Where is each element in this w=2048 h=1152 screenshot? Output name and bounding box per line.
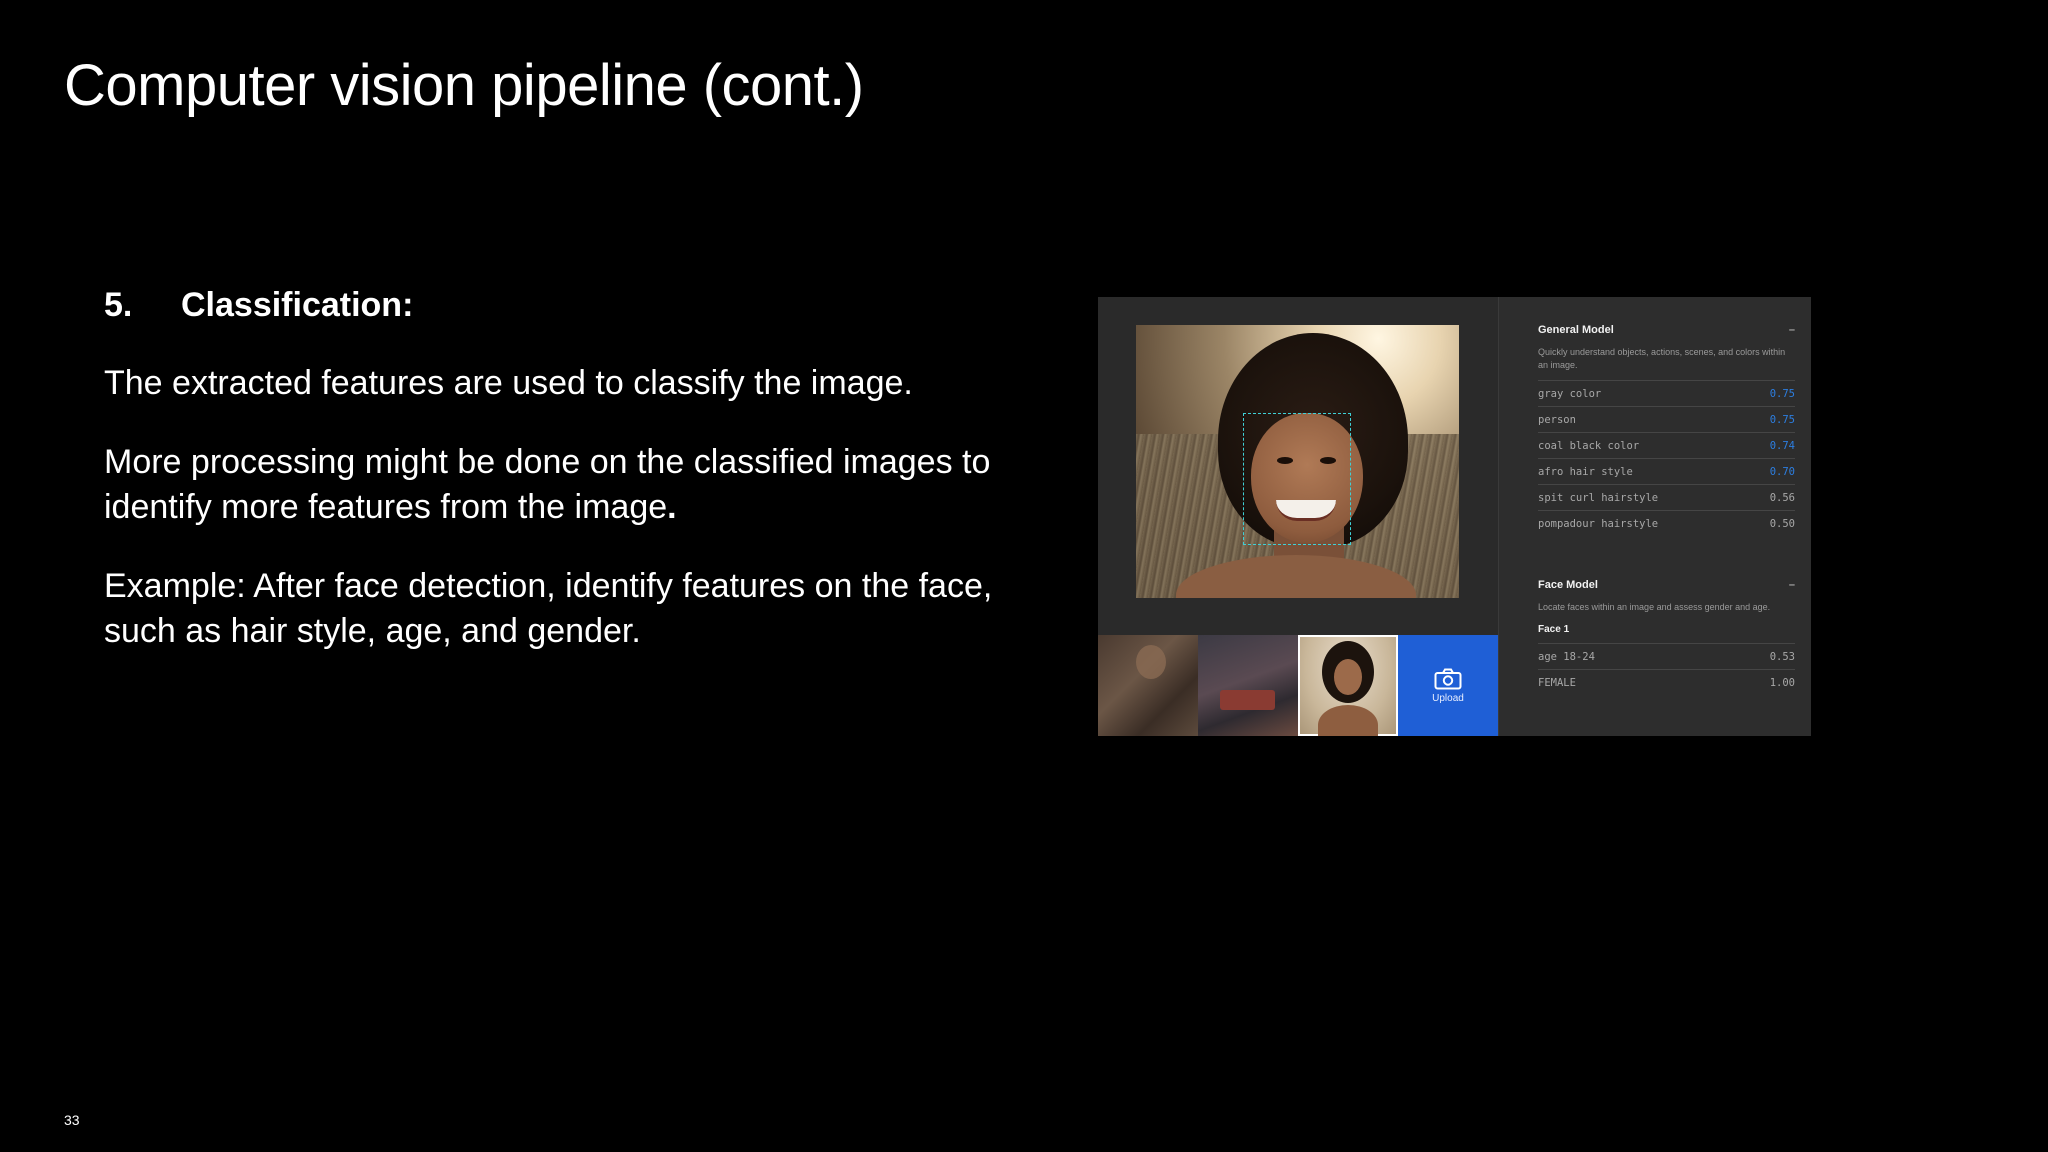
result-score: 0.56: [1769, 491, 1795, 504]
upload-button[interactable]: Upload: [1398, 635, 1498, 736]
result-label: coal black color: [1538, 439, 1640, 452]
paragraph-more-processing: More processing might be done on the cla…: [104, 440, 1064, 530]
general-model-description: Quickly understand objects, actions, sce…: [1538, 347, 1786, 370]
face-model-header[interactable]: Face Model –: [1538, 579, 1795, 591]
result-score: 0.70: [1769, 465, 1795, 478]
paragraph-extracted-features: The extracted features are used to class…: [104, 364, 913, 402]
main-photo: [1136, 325, 1459, 598]
result-score: 0.50: [1769, 517, 1795, 530]
slide-content: 5. Classification: The extracted feature…: [104, 286, 1064, 688]
step-title: Classification:: [181, 286, 414, 324]
result-label: FEMALE: [1538, 676, 1576, 689]
thumbnail-1[interactable]: [1098, 635, 1198, 736]
result-row: person 0.75: [1538, 406, 1795, 432]
result-score: 0.75: [1769, 387, 1795, 400]
thumbnail-2[interactable]: [1198, 635, 1298, 736]
face-model-collapse-icon[interactable]: –: [1789, 579, 1795, 591]
face-detection-box: [1243, 413, 1351, 545]
upload-label: Upload: [1432, 692, 1464, 704]
slide: Computer vision pipeline (cont.) 5. Clas…: [0, 0, 2048, 1152]
result-score: 1.00: [1769, 676, 1795, 689]
result-row: FEMALE 1.00: [1538, 669, 1795, 695]
paragraph-example: Example: After face detection, identify …: [104, 567, 993, 650]
slide-title: Computer vision pipeline (cont.): [64, 53, 864, 118]
result-row: coal black color 0.74: [1538, 432, 1795, 458]
result-score: 0.74: [1769, 439, 1795, 452]
face-1-label: Face 1: [1538, 624, 1570, 635]
general-model-results: gray color 0.75 person 0.75 coal black color…: [1538, 380, 1795, 536]
result-row: afro hair style 0.70: [1538, 458, 1795, 484]
result-label: age 18-24: [1538, 650, 1595, 663]
result-label: pompadour hairstyle: [1538, 517, 1659, 530]
result-score: 0.53: [1769, 650, 1795, 663]
face-model-description: Locate faces within an image and assess …: [1538, 602, 1771, 612]
face-model-panel: Face Model – Locate faces within an imag…: [1538, 579, 1795, 695]
thumbnail-3-selected[interactable]: [1298, 635, 1398, 736]
result-row: spit curl hairstyle 0.56: [1538, 484, 1795, 510]
thumbnail-face: [1334, 659, 1362, 695]
result-score: 0.75: [1769, 413, 1795, 426]
thumbnail-body: [1318, 705, 1378, 736]
step-number: 5.: [104, 286, 133, 324]
result-row: gray color 0.75: [1538, 380, 1795, 406]
result-row: pompadour hairstyle 0.50: [1538, 510, 1795, 536]
general-model-header[interactable]: General Model –: [1538, 324, 1795, 336]
paragraph-more-processing-end: .: [667, 488, 677, 526]
thumbnail-strip: Upload: [1098, 635, 1498, 736]
vision-demo-screenshot: Upload General Model – Quickly understan…: [1098, 297, 1811, 736]
result-row: age 18-24 0.53: [1538, 643, 1795, 669]
demo-image-area: Upload: [1098, 297, 1498, 736]
general-model-panel: General Model – Quickly understand objec…: [1538, 324, 1795, 536]
camera-icon: [1434, 668, 1462, 689]
result-label: spit curl hairstyle: [1538, 491, 1659, 504]
result-label: afro hair style: [1538, 465, 1633, 478]
result-label: person: [1538, 413, 1576, 426]
results-panel: General Model – Quickly understand objec…: [1498, 297, 1811, 736]
face-model-title: Face Model: [1538, 579, 1598, 591]
general-model-collapse-icon[interactable]: –: [1789, 324, 1795, 336]
result-label: gray color: [1538, 387, 1602, 400]
face-model-results: age 18-24 0.53 FEMALE 1.00: [1538, 643, 1795, 695]
step-heading: 5. Classification:: [104, 286, 1064, 325]
paragraph-more-processing-text: More processing might be done on the cla…: [104, 443, 991, 526]
page-number: 33: [64, 1112, 80, 1128]
general-model-title: General Model: [1538, 324, 1614, 336]
